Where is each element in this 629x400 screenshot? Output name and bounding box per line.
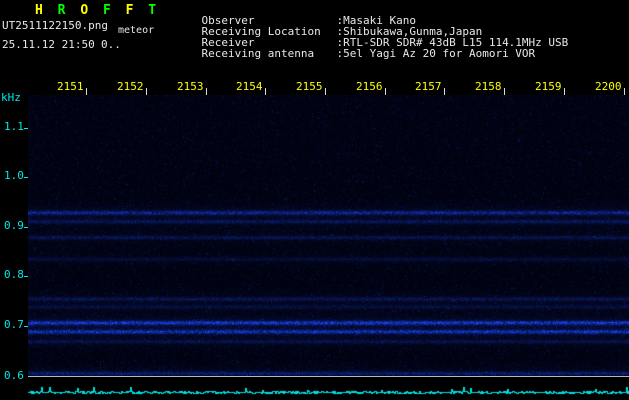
time-label: 2153	[177, 80, 204, 93]
time-label: 2151	[57, 80, 84, 93]
time-tick-mark	[86, 88, 87, 95]
title-letter: R	[57, 3, 66, 18]
time-tick-mark	[265, 88, 266, 95]
time-label: 2158	[475, 80, 502, 93]
info-value: :5el Yagi Az 20 for Aomori VOR	[336, 47, 536, 60]
time-tick-mark	[564, 88, 565, 95]
time-label: 2154	[236, 80, 263, 93]
time-tick-mark	[146, 88, 147, 95]
title-letter: F	[102, 3, 111, 18]
freq-label: 0.8	[4, 268, 24, 281]
separator-line	[28, 376, 629, 377]
time-tick-mark	[504, 88, 505, 95]
title-letter: H	[35, 3, 43, 18]
freq-label: 0.7	[4, 318, 24, 331]
freq-label: 1.0	[4, 169, 24, 182]
time-label: 2159	[535, 80, 562, 93]
time-label: 2200	[595, 80, 622, 93]
hrofft-app-window: H R O F F T UT2511122150.png meteor 25.1…	[0, 0, 629, 400]
time-tick-mark	[444, 88, 445, 95]
time-tick-mark	[206, 88, 207, 95]
title-letter: T	[148, 3, 157, 18]
info-row-antenna: Receiving antenna :5el Yagi Az 20 for Aom…	[175, 37, 536, 70]
title-letter: O	[80, 3, 89, 18]
app-title: H R O F F T	[35, 3, 163, 18]
time-tick-mark	[325, 88, 326, 95]
echo-counter-label: 0..	[101, 38, 121, 51]
title-letter: F	[125, 3, 134, 18]
datetime-label: 25.11.12 21:50	[2, 38, 95, 51]
freq-label: 1.1	[4, 120, 24, 133]
info-label: Receiving antenna	[201, 47, 315, 60]
signal-level-strip	[0, 378, 629, 400]
freq-label: 0.9	[4, 219, 24, 232]
time-label: 2155	[296, 80, 323, 93]
time-label: 2156	[356, 80, 383, 93]
mode-label: meteor	[118, 25, 155, 36]
time-tick-mark	[624, 88, 625, 95]
time-label: 2152	[117, 80, 144, 93]
khz-unit-label: kHz	[1, 91, 21, 104]
time-tick-mark	[385, 88, 386, 95]
output-filename-label: UT2511122150.png	[2, 19, 108, 32]
time-label: 2157	[415, 80, 442, 93]
spectrogram-canvas	[28, 95, 629, 376]
